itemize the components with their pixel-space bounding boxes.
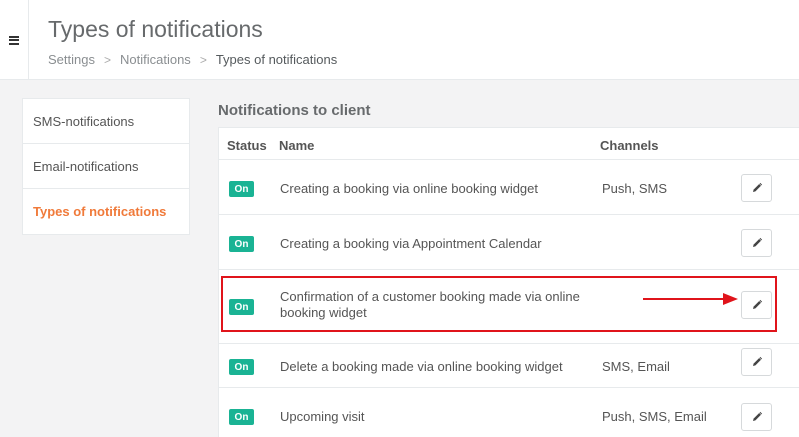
hamburger-icon <box>9 35 19 45</box>
edit-button[interactable] <box>741 348 772 376</box>
table-row: On Upcoming visit Push, SMS, Email <box>219 389 799 437</box>
notification-channels: SMS, Email <box>602 359 670 374</box>
status-toggle[interactable]: On <box>229 181 254 197</box>
top-bar: Types of notifications Settings > Notifi… <box>0 0 799 80</box>
notification-channels: Push, SMS, Email <box>602 409 707 424</box>
breadcrumb: Settings > Notifications > Types of noti… <box>48 52 337 67</box>
breadcrumb-current: Types of notifications <box>215 52 338 67</box>
table-row: On Creating a booking via online booking… <box>219 161 799 215</box>
table-row: On Confirmation of a customer booking ma… <box>219 271 799 344</box>
section-title: Notifications to client <box>218 102 371 119</box>
column-header-name: Name <box>279 138 315 153</box>
edit-button[interactable] <box>741 291 772 319</box>
edit-button[interactable] <box>741 403 772 431</box>
pencil-icon <box>752 299 762 309</box>
settings-sidebar: SMS-notifications Email-notifications Ty… <box>22 98 190 235</box>
menu-toggle-button[interactable] <box>0 0 29 80</box>
edit-button[interactable] <box>741 174 772 202</box>
table-row: On Creating a booking via Appointment Ca… <box>219 216 799 270</box>
status-toggle[interactable]: On <box>229 299 254 315</box>
notification-name: Confirmation of a customer booking made … <box>280 289 580 320</box>
breadcrumb-notifications[interactable]: Notifications <box>120 52 191 67</box>
page-title: Types of notifications <box>48 16 263 42</box>
notification-name: Creating a booking via online booking wi… <box>280 181 539 196</box>
breadcrumb-settings[interactable]: Settings <box>48 52 95 67</box>
pencil-icon <box>752 356 762 366</box>
notification-name: Delete a booking made via online booking… <box>280 359 563 374</box>
sidebar-item-types-of-notifications[interactable]: Types of notifications <box>23 189 189 234</box>
status-toggle[interactable]: On <box>229 409 254 425</box>
column-header-channels: Channels <box>600 138 659 153</box>
sidebar-item-sms-notifications[interactable]: SMS-notifications <box>23 99 189 144</box>
notification-channels: Push, SMS <box>602 181 668 196</box>
notification-name: Creating a booking via Appointment Calen… <box>280 236 542 251</box>
edit-button[interactable] <box>741 229 772 257</box>
breadcrumb-separator: > <box>103 52 111 67</box>
notification-name: Upcoming visit <box>280 409 365 424</box>
breadcrumb-separator: > <box>199 52 207 67</box>
sidebar-item-email-notifications[interactable]: Email-notifications <box>23 144 189 189</box>
pencil-icon <box>752 237 762 247</box>
column-header-status: Status <box>227 138 267 153</box>
table-header: Status Name Channels <box>219 128 799 160</box>
status-toggle[interactable]: On <box>229 359 254 375</box>
pencil-icon <box>752 182 762 192</box>
table-row: On Delete a booking made via online book… <box>219 345 799 388</box>
notifications-table: Status Name Channels On Creating a booki… <box>218 127 799 437</box>
status-toggle[interactable]: On <box>229 236 254 252</box>
pencil-icon <box>752 411 762 421</box>
